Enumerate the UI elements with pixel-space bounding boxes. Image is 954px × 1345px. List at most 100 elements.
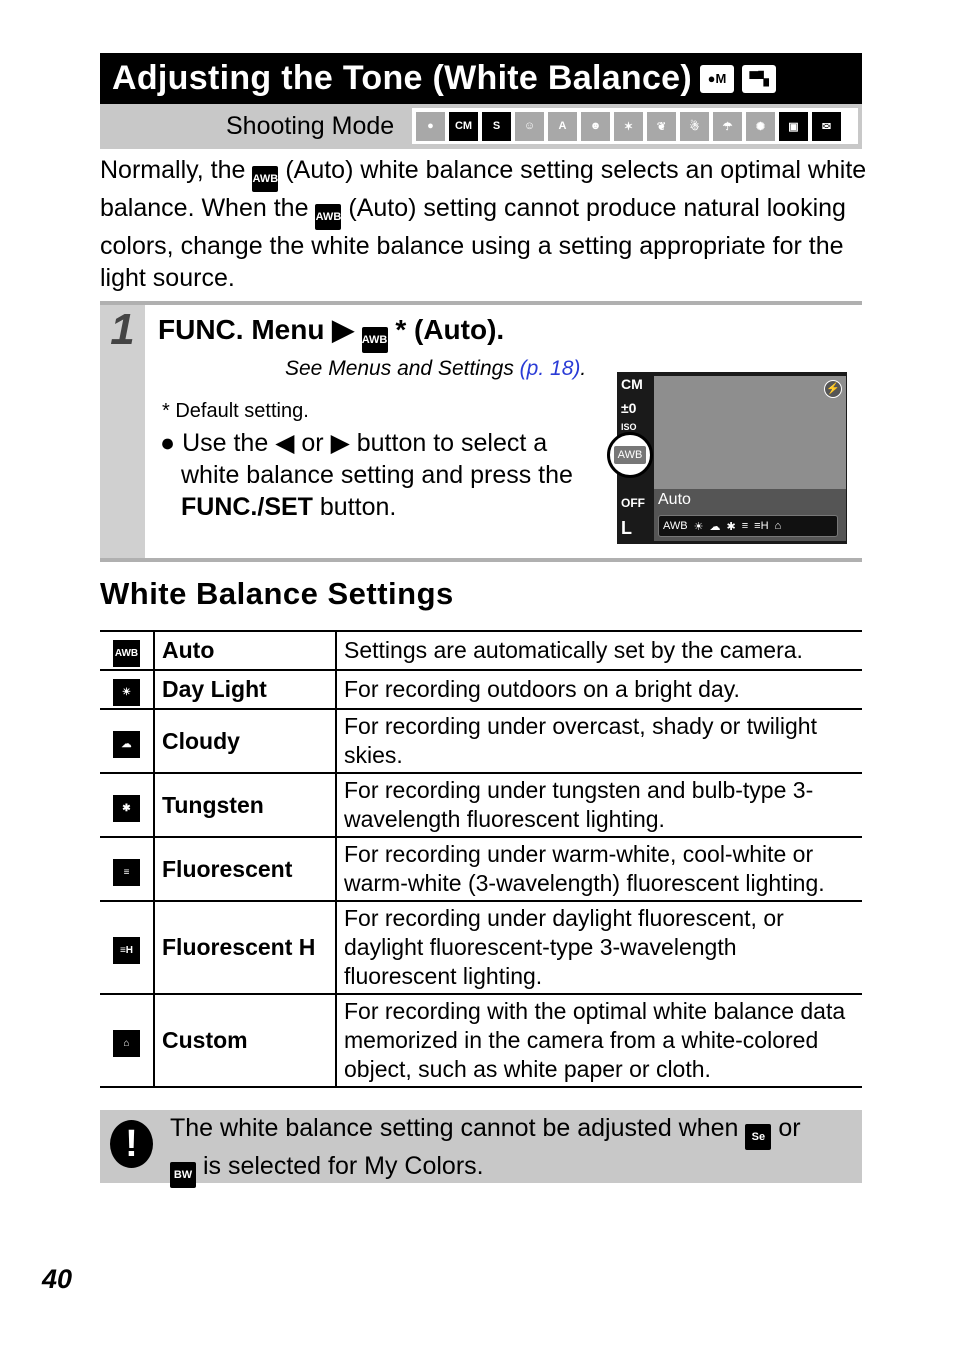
iso-icon: ISO (621, 422, 637, 432)
wb-description: For recording under daylight fluorescent… (336, 900, 862, 995)
page-title: Adjusting the Tone (White Balance) (112, 59, 693, 97)
digital-macro-icon: S (482, 111, 511, 141)
exposure-value: ±0 (621, 400, 637, 416)
wb-cell-icon: ⌂ (100, 993, 155, 1088)
wb-option-strip: AWB ☀ ☁ ✱ ≡ ≡H ⌂ (658, 515, 838, 537)
snow-icon: ☃ (680, 111, 709, 141)
wb-description: For recording under tungsten and bulb-ty… (336, 772, 862, 838)
func-set-label: FUNC./SET (181, 493, 313, 521)
caution-text: The white balance setting cannot be adju… (170, 1112, 801, 1188)
table-row: ☀ Day Light For recording outdoors on a br… (100, 669, 862, 710)
wb-fluorescent-h-icon: ≡H (113, 937, 140, 964)
wb-day-light-icon: ☀ (113, 679, 140, 706)
step-1-box: 1 FUNC. Menu ▶ AWB * (Auto). See Menus a… (100, 301, 862, 562)
table-row: AWB Auto Settings are automatically set by… (100, 630, 862, 671)
step-number: 1 (100, 305, 145, 558)
indoor-icon: ✶ (614, 111, 643, 141)
wb-name: Tungsten (154, 772, 337, 838)
wb-custom-icon: ⌂ (113, 1030, 140, 1057)
wb-cell-icon: ☀ (100, 669, 155, 710)
bullet-icon: ● (160, 429, 176, 457)
wb-description: For recording under warm-white, cool-whi… (336, 836, 862, 902)
wb-description: For recording with the optimal white bal… (336, 993, 862, 1088)
portrait-icon: ☺ (515, 111, 544, 141)
caution-text-b: is selected for My Colors. (202, 1152, 484, 1180)
screen-menu: Auto AWB ☀ ☁ ✱ ≡ ≡H ⌂ (654, 489, 846, 541)
wb-auto-icon: AWB (113, 640, 140, 667)
wb-settings-table: AWB Auto Settings are automatically set by… (100, 630, 862, 1088)
caution-or: or (778, 1114, 801, 1142)
bw-icon: BW (170, 1162, 196, 1188)
wb-cell-icon: AWB (100, 630, 155, 671)
movie-email-icon: ✉ (812, 111, 841, 141)
fireworks-icon: ✺ (746, 111, 775, 141)
table-row: ≡H Fluorescent H For recording under dayli… (100, 900, 862, 995)
flash-off-icon: ⚡ (824, 380, 842, 398)
see-end: . (580, 357, 587, 380)
wb-name: Custom (154, 993, 337, 1088)
screen-preview: ⚡ (654, 376, 846, 489)
off-icon: OFF (621, 496, 645, 510)
section-title: White Balance Settings (100, 576, 454, 611)
title-bar: Adjusting the Tone (White Balance) ●M ▀▚ (100, 53, 862, 104)
bullet-text: white balance setting and press the (181, 461, 573, 489)
wb-option-icon: AWB (663, 520, 688, 532)
right-arrow-icon: ▶ (330, 429, 350, 457)
wb-name: Auto (154, 630, 337, 671)
wb-description: For recording outdoors on a bright day. (336, 669, 862, 710)
auto-camera-icon: ● (416, 111, 445, 141)
awb-highlight-circle: AWB (607, 432, 653, 478)
wb-option-icon: ⌂ (774, 520, 782, 532)
wb-tungsten-icon: ✱ (113, 794, 140, 822)
page-link[interactable]: (p. 18) (520, 357, 581, 380)
left-arrow-icon: ◀ (275, 429, 295, 457)
default-note: * Default setting. (162, 400, 309, 422)
camera-screen-illustration: ⚡ CM ±0 ISO AWB OFF L Auto AWB ☀ ☁ ✱ ≡ ≡H ⌂ (607, 372, 847, 544)
awb-icon: AWB (315, 204, 342, 230)
kids-pets-icon: ☻ (581, 111, 610, 141)
instruction-bullet: ● Use the ◀ or ▶ button to select a whit… (160, 427, 600, 523)
wb-option-icon: ✱ (726, 520, 736, 533)
table-row: ☁ Cloudy For recording under overcast, sha… (100, 708, 862, 774)
shooting-mode-bar: Shooting Mode ● CM S ☺ A ☻ ✶ ❦ ☃ ☂ ✺ ▣ ✉ (100, 104, 862, 149)
wb-cell-icon: ✱ (100, 772, 155, 838)
wb-name: Fluorescent H (154, 900, 337, 995)
sepia-icon: Se (745, 1124, 772, 1150)
beach-icon: ☂ (713, 111, 742, 141)
see-text: See Menus and Settings (285, 357, 514, 380)
bullet-text: or (301, 429, 324, 457)
page-number: 40 (42, 1264, 73, 1294)
caution-note: ! The white balance setting cannot be ad… (100, 1110, 862, 1188)
wb-cell-icon: ≡ (100, 836, 155, 902)
wb-option-icon: ☁ (709, 520, 721, 533)
wb-option-icon: ≡ (741, 520, 749, 532)
caution-text-a: The white balance setting cannot be adju… (170, 1114, 739, 1142)
caution-icon: ! (110, 1120, 153, 1168)
intro-text: Normally, the (100, 156, 246, 184)
awb-icon: AWB (361, 327, 388, 353)
movie-icon: ▀▚ (742, 64, 777, 93)
wb-description: Settings are automatically set by the ca… (336, 630, 862, 671)
awb-icon: AWB (613, 446, 647, 464)
foliage-icon: ❦ (647, 111, 676, 141)
wb-fluorescent-icon: ≡ (113, 858, 140, 886)
wb-name: Cloudy (154, 708, 337, 774)
wb-name: Fluorescent (154, 836, 337, 902)
see-reference: See Menus and Settings (p. 18). (285, 357, 586, 381)
manual-icon: CM (449, 111, 478, 141)
table-row: ✱ Tungsten For recording under tungsten an… (100, 772, 862, 838)
auto-label: * (Auto). (395, 314, 505, 345)
step-heading: FUNC. Menu ▶ AWB * (Auto). (158, 313, 504, 353)
night-snapshot-icon: A (548, 111, 577, 141)
movie-icon: ▣ (779, 111, 808, 141)
bullet-text: button to select a (356, 429, 548, 457)
shooting-mode-label: Shooting Mode (226, 112, 395, 140)
wb-description: For recording under overcast, shady or t… (336, 708, 862, 774)
shooting-mode-icons: ● CM S ☺ A ☻ ✶ ❦ ☃ ☂ ✺ ▣ ✉ (412, 108, 858, 144)
screen-auto-label: Auto (658, 491, 691, 508)
bullet-text: button. (319, 493, 397, 521)
image-size-icon: L (621, 518, 632, 538)
manual-page: Adjusting the Tone (White Balance) ●M ▀▚… (0, 0, 954, 1345)
camera-m-icon: ●M (700, 64, 735, 93)
bullet-text: Use the (182, 429, 269, 457)
